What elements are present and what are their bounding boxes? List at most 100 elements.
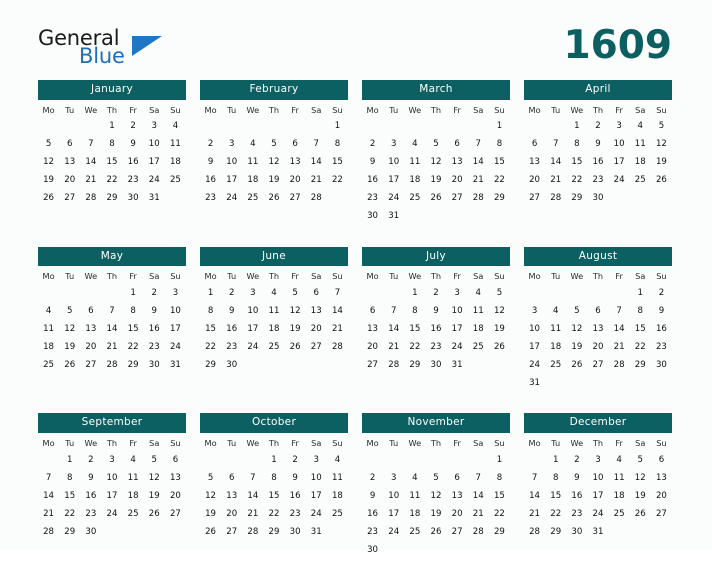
day-cell[interactable]: 15	[59, 487, 80, 505]
day-cell[interactable]: 10	[587, 469, 608, 487]
day-cell[interactable]: 25	[609, 505, 630, 523]
day-cell[interactable]: 4	[165, 118, 186, 136]
day-cell[interactable]: 9	[362, 154, 383, 172]
day-cell[interactable]: 8	[327, 136, 348, 154]
day-cell[interactable]: 15	[200, 320, 221, 338]
day-cell[interactable]: 26	[38, 190, 59, 208]
day-cell[interactable]: 3	[306, 451, 327, 469]
day-cell[interactable]: 26	[59, 356, 80, 374]
day-cell[interactable]: 20	[59, 172, 80, 190]
day-cell[interactable]: 3	[587, 451, 608, 469]
day-cell[interactable]: 27	[59, 190, 80, 208]
day-cell[interactable]: 24	[383, 523, 404, 541]
day-cell[interactable]: 13	[306, 302, 327, 320]
day-cell[interactable]: 31	[383, 208, 404, 226]
day-cell[interactable]: 31	[524, 374, 545, 392]
day-cell[interactable]: 24	[221, 190, 242, 208]
day-cell[interactable]: 30	[80, 523, 101, 541]
day-cell[interactable]: 6	[447, 469, 468, 487]
day-cell[interactable]: 9	[651, 302, 672, 320]
day-cell[interactable]: 27	[362, 356, 383, 374]
day-cell[interactable]: 3	[242, 284, 263, 302]
day-cell[interactable]: 24	[383, 190, 404, 208]
day-cell[interactable]: 11	[327, 469, 348, 487]
day-cell[interactable]: 30	[123, 190, 144, 208]
day-cell[interactable]: 14	[524, 487, 545, 505]
day-cell[interactable]: 25	[38, 356, 59, 374]
day-cell[interactable]: 2	[425, 284, 446, 302]
day-cell[interactable]: 27	[80, 356, 101, 374]
day-cell[interactable]: 10	[101, 469, 122, 487]
day-cell[interactable]: 24	[144, 172, 165, 190]
day-cell[interactable]: 3	[165, 284, 186, 302]
day-cell[interactable]: 22	[489, 172, 510, 190]
day-cell[interactable]: 15	[101, 154, 122, 172]
day-cell[interactable]: 13	[587, 320, 608, 338]
day-cell[interactable]: 26	[263, 190, 284, 208]
day-cell[interactable]: 31	[447, 356, 468, 374]
day-cell[interactable]: 3	[144, 118, 165, 136]
day-cell[interactable]: 28	[609, 356, 630, 374]
day-cell[interactable]: 22	[263, 505, 284, 523]
day-cell[interactable]: 22	[59, 505, 80, 523]
day-cell[interactable]: 20	[221, 505, 242, 523]
day-cell[interactable]: 26	[425, 523, 446, 541]
day-cell[interactable]: 11	[545, 320, 566, 338]
day-cell[interactable]: 12	[566, 320, 587, 338]
day-cell[interactable]: 25	[327, 505, 348, 523]
day-cell[interactable]: 1	[566, 118, 587, 136]
day-cell[interactable]: 1	[123, 284, 144, 302]
day-cell[interactable]: 27	[285, 190, 306, 208]
day-cell[interactable]: 23	[144, 338, 165, 356]
day-cell[interactable]: 7	[327, 284, 348, 302]
day-cell[interactable]: 3	[383, 136, 404, 154]
day-cell[interactable]: 3	[383, 469, 404, 487]
day-cell[interactable]: 30	[144, 356, 165, 374]
day-cell[interactable]: 17	[101, 487, 122, 505]
day-cell[interactable]: 19	[630, 487, 651, 505]
day-cell[interactable]: 29	[545, 523, 566, 541]
day-cell[interactable]: 16	[144, 320, 165, 338]
day-cell[interactable]: 14	[242, 487, 263, 505]
day-cell[interactable]: 28	[38, 523, 59, 541]
day-cell[interactable]: 12	[489, 302, 510, 320]
day-cell[interactable]: 31	[165, 356, 186, 374]
day-cell[interactable]: 19	[263, 172, 284, 190]
day-cell[interactable]: 9	[566, 469, 587, 487]
day-cell[interactable]: 23	[80, 505, 101, 523]
day-cell[interactable]: 25	[404, 190, 425, 208]
day-cell[interactable]: 12	[630, 469, 651, 487]
day-cell[interactable]: 24	[524, 356, 545, 374]
day-cell[interactable]: 1	[489, 451, 510, 469]
day-cell[interactable]: 25	[404, 523, 425, 541]
day-cell[interactable]: 22	[123, 338, 144, 356]
day-cell[interactable]: 9	[123, 136, 144, 154]
day-cell[interactable]: 6	[362, 302, 383, 320]
day-cell[interactable]: 10	[144, 136, 165, 154]
day-cell[interactable]: 12	[425, 154, 446, 172]
day-cell[interactable]: 10	[609, 136, 630, 154]
day-cell[interactable]: 17	[221, 172, 242, 190]
day-cell[interactable]: 28	[524, 523, 545, 541]
day-cell[interactable]: 17	[383, 505, 404, 523]
day-cell[interactable]: 4	[630, 118, 651, 136]
day-cell[interactable]: 27	[651, 505, 672, 523]
day-cell[interactable]: 13	[651, 469, 672, 487]
day-cell[interactable]: 8	[123, 302, 144, 320]
day-cell[interactable]: 21	[545, 172, 566, 190]
day-cell[interactable]: 7	[524, 469, 545, 487]
day-cell[interactable]: 5	[425, 136, 446, 154]
day-cell[interactable]: 19	[285, 320, 306, 338]
day-cell[interactable]: 15	[489, 487, 510, 505]
day-cell[interactable]: 8	[545, 469, 566, 487]
day-cell[interactable]: 1	[200, 284, 221, 302]
day-cell[interactable]: 13	[80, 320, 101, 338]
day-cell[interactable]: 19	[200, 505, 221, 523]
day-cell[interactable]: 11	[609, 469, 630, 487]
day-cell[interactable]: 20	[651, 487, 672, 505]
day-cell[interactable]: 12	[285, 302, 306, 320]
day-cell[interactable]: 1	[59, 451, 80, 469]
day-cell[interactable]: 18	[609, 487, 630, 505]
day-cell[interactable]: 23	[123, 172, 144, 190]
day-cell[interactable]: 6	[285, 136, 306, 154]
